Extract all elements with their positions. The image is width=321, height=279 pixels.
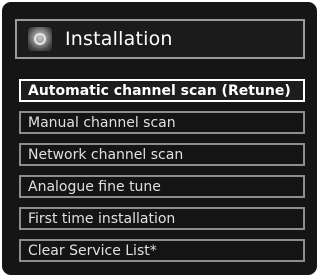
menu-item-label: Clear Service List*: [28, 243, 157, 259]
menu-item-label: Analogue fine tune: [28, 179, 161, 195]
menu-item-automatic-channel-scan[interactable]: Automatic channel scan (Retune): [19, 79, 305, 102]
menu-item-label: First time installation: [28, 211, 176, 227]
menu-item-label: Network channel scan: [28, 147, 184, 163]
menu-item-manual-channel-scan[interactable]: Manual channel scan: [19, 111, 305, 134]
installation-icon: [28, 27, 52, 51]
menu-item-clear-service-list[interactable]: Clear Service List*: [19, 239, 305, 262]
menu-list: Automatic channel scan (Retune) Manual c…: [19, 79, 305, 271]
menu-item-label: Manual channel scan: [28, 115, 176, 131]
menu-item-first-time-installation[interactable]: First time installation: [19, 207, 305, 230]
menu-item-label: Automatic channel scan (Retune): [28, 83, 291, 99]
menu-item-analogue-fine-tune[interactable]: Analogue fine tune: [19, 175, 305, 198]
installation-menu-panel: Installation Automatic channel scan (Ret…: [2, 2, 317, 275]
menu-header: Installation: [15, 19, 305, 59]
menu-title: Installation: [65, 28, 173, 50]
menu-item-network-channel-scan[interactable]: Network channel scan: [19, 143, 305, 166]
